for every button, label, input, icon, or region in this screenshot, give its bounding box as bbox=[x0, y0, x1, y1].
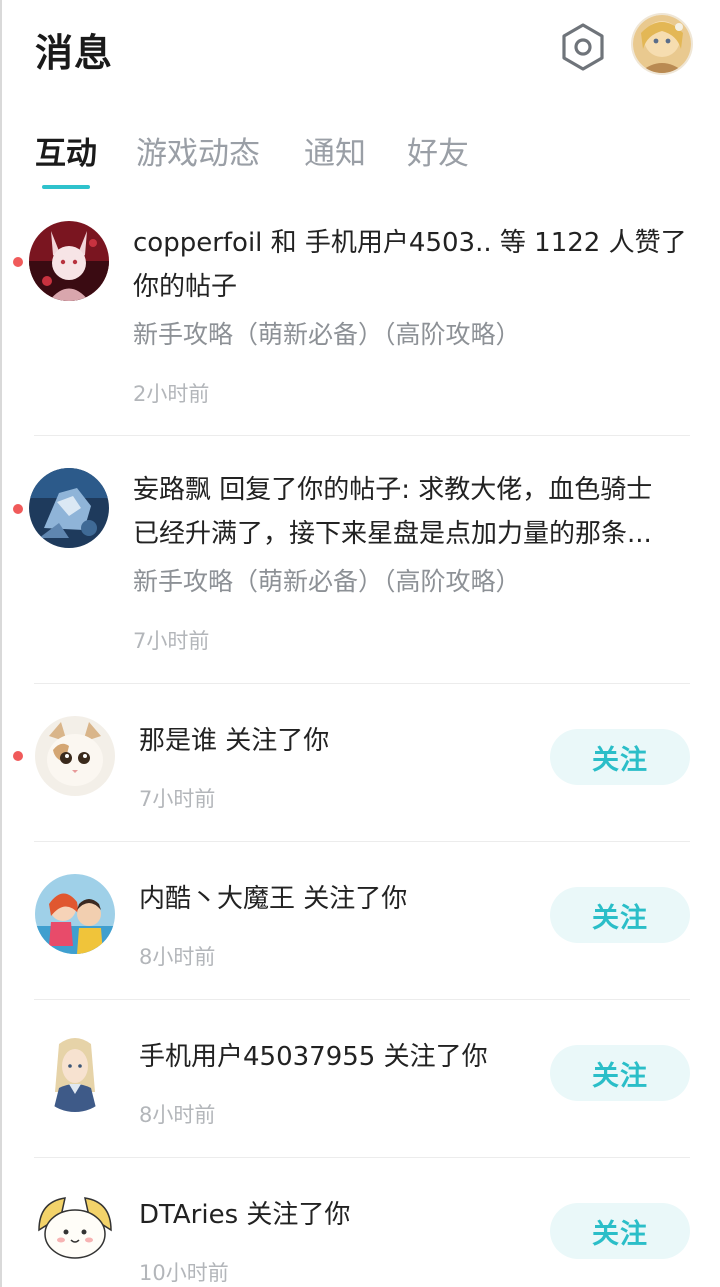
profile-avatar[interactable] bbox=[633, 15, 691, 73]
avatar-image bbox=[35, 874, 115, 954]
follow-button[interactable]: 关注 bbox=[550, 729, 690, 785]
follow-button[interactable]: 关注 bbox=[550, 1045, 690, 1101]
follow-message: 手机用户45037955 关注了你 bbox=[139, 1042, 488, 1072]
divider bbox=[34, 841, 690, 842]
interaction-item[interactable]: 妄路飘 回复了你的帖子: 求教大佬，血色骑士 已经升满了，接下来星盘是点加力量的… bbox=[2, 458, 720, 684]
timestamp: 8小时前 bbox=[139, 1103, 216, 1127]
follow-item[interactable]: DTAries 关注了你 10小时前 关注 bbox=[2, 1180, 720, 1287]
avatar-image bbox=[35, 716, 115, 796]
timestamp: 7小时前 bbox=[133, 629, 210, 653]
post-tags[interactable]: 新手攻略（萌新必备）（高阶攻略） bbox=[133, 315, 521, 351]
unread-dot bbox=[13, 257, 23, 267]
follow-message: 那是谁 关注了你 bbox=[139, 726, 330, 756]
divider bbox=[34, 435, 690, 436]
tab-notifications[interactable]: 通知 bbox=[304, 128, 366, 173]
timestamp: 8小时前 bbox=[139, 945, 216, 969]
message-line-1: copperfoil 和 手机用户4503.. 等 1122 人赞了 bbox=[133, 228, 687, 258]
tab-game-updates[interactable]: 游戏动态 bbox=[136, 128, 260, 173]
divider bbox=[34, 999, 690, 1000]
follow-button[interactable]: 关注 bbox=[550, 1203, 690, 1259]
interaction-item[interactable]: copperfoil 和 手机用户4503.. 等 1122 人赞了 你的帖子 … bbox=[2, 210, 720, 436]
follow-item[interactable]: 手机用户45037955 关注了你 8小时前 关注 bbox=[2, 1022, 720, 1158]
avatar-image bbox=[35, 1032, 115, 1112]
follow-item[interactable]: 内酷丶大魔王 关注了你 8小时前 关注 bbox=[2, 864, 720, 1000]
tab-bar: 互动 游戏动态 通知 好友 bbox=[2, 118, 720, 198]
timestamp: 7小时前 bbox=[139, 787, 216, 811]
follow-message: 内酷丶大魔王 关注了你 bbox=[139, 884, 408, 914]
avatar[interactable] bbox=[35, 1190, 115, 1270]
timestamp: 10小时前 bbox=[139, 1261, 229, 1285]
avatar[interactable] bbox=[35, 874, 115, 954]
post-tags[interactable]: 新手攻略（萌新必备）（高阶攻略） bbox=[133, 562, 521, 598]
page-title: 消息 bbox=[35, 31, 114, 75]
avatar-image bbox=[29, 221, 109, 301]
avatar[interactable] bbox=[35, 716, 115, 796]
unread-dot bbox=[13, 504, 23, 514]
timestamp: 2小时前 bbox=[133, 382, 210, 406]
avatar-image bbox=[35, 1190, 115, 1270]
header: 消息 bbox=[2, 0, 720, 100]
avatar[interactable] bbox=[35, 1032, 115, 1112]
message-line-2: 已经升满了，接下来星盘是点加力量的那条... bbox=[133, 519, 652, 549]
message-line-1: 妄路飘 回复了你的帖子: 求教大佬，血色骑士 bbox=[133, 475, 653, 505]
active-tab-indicator bbox=[42, 185, 90, 189]
follow-message: DTAries 关注了你 bbox=[139, 1200, 351, 1230]
avatar-image bbox=[29, 468, 109, 548]
hexagon-gear-icon bbox=[562, 23, 604, 71]
tab-interaction[interactable]: 互动 bbox=[35, 128, 97, 173]
settings-button[interactable] bbox=[558, 22, 608, 72]
avatar[interactable] bbox=[29, 468, 109, 548]
message-line-2: 你的帖子 bbox=[133, 272, 238, 302]
avatar[interactable] bbox=[29, 221, 109, 301]
divider bbox=[34, 1157, 690, 1158]
tab-friends[interactable]: 好友 bbox=[407, 128, 469, 173]
follow-button[interactable]: 关注 bbox=[550, 887, 690, 943]
unread-dot bbox=[13, 751, 23, 761]
follow-item[interactable]: 那是谁 关注了你 7小时前 关注 bbox=[2, 706, 720, 842]
divider bbox=[34, 683, 690, 684]
avatar-image bbox=[633, 15, 691, 73]
